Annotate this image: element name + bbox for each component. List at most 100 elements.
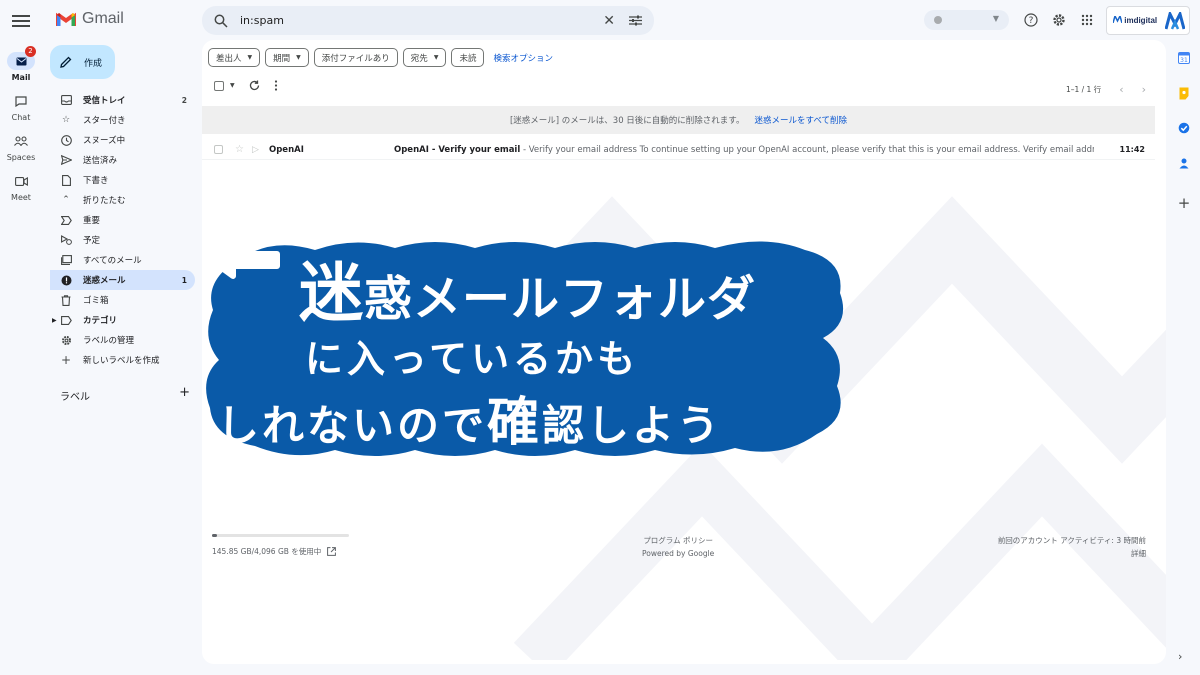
chevron-left-icon[interactable]: ‹ xyxy=(1119,83,1123,96)
nav-inbox-label: 受信トレイ xyxy=(83,96,126,106)
filter-date[interactable]: 期間 ▼ xyxy=(265,48,309,67)
nav-snoozed[interactable]: スヌーズ中 xyxy=(50,130,195,150)
external-link-icon[interactable] xyxy=(327,547,337,556)
nav-spam-label: 迷惑メール xyxy=(83,276,126,286)
pager-range: 1–1 / 1 行 xyxy=(1065,85,1102,94)
nav-categories-label: カテゴリ xyxy=(83,316,118,326)
nav-spam[interactable]: 迷惑メール 1 xyxy=(50,270,195,290)
email-row[interactable]: ☆ ▷ OpenAI OpenAI - Verify your email - … xyxy=(202,140,1155,160)
labels-section-header: ラベル + xyxy=(60,386,190,403)
nav-sent[interactable]: 送信済み xyxy=(50,150,195,170)
select-all-checkbox[interactable] xyxy=(214,80,224,91)
advanced-search-link[interactable]: 検索オプション xyxy=(493,52,553,64)
send-icon xyxy=(60,154,72,166)
add-label-plus-icon[interactable]: + xyxy=(179,386,190,403)
search-input[interactable]: in:spam xyxy=(240,14,603,27)
mail-badge: 2 xyxy=(25,46,36,57)
nav-all-mail[interactable]: すべてのメール xyxy=(50,250,195,270)
keep-icon[interactable] xyxy=(1172,83,1196,103)
compose-label: 作成 xyxy=(84,58,103,69)
contacts-icon[interactable] xyxy=(1172,153,1196,173)
calendar-icon[interactable]: 31 xyxy=(1172,48,1196,68)
last-activity-text: 前回のアカウント アクティビティ: 3 時間前 xyxy=(997,536,1146,545)
storage-meter-fill xyxy=(212,534,217,537)
rail-meet[interactable]: Meet xyxy=(0,172,42,202)
more-vert-icon[interactable] xyxy=(274,80,278,91)
nav-manage-labels-label: ラベルの管理 xyxy=(83,336,135,346)
star-icon[interactable]: ☆ xyxy=(235,144,244,155)
brand-logo-icon xyxy=(1112,13,1123,24)
nav-create-label[interactable]: + 新しいラベルを作成 xyxy=(50,350,195,370)
filter-to[interactable]: 宛先 ▼ xyxy=(402,48,447,67)
search-options-icon[interactable] xyxy=(629,15,642,26)
delete-all-spam-link[interactable]: 迷惑メールをすべて削除 xyxy=(754,114,847,126)
tasks-icon[interactable] xyxy=(1172,118,1196,138)
nav-scheduled[interactable]: 予定 xyxy=(50,230,195,250)
rail-mail[interactable]: 2 Mail xyxy=(0,46,42,82)
nav-snoozed-label: スヌーズ中 xyxy=(83,136,126,146)
account-activity: 前回のアカウント アクティビティ: 3 時間前 詳細 xyxy=(998,534,1146,560)
banner-line-3a: しれないので xyxy=(217,401,488,450)
search-filter-chips: 差出人 ▼ 期間 ▼ 添付ファイルあり 宛先 ▼ 未読 検索オプション xyxy=(208,48,553,67)
banner-line-3-emphasis: 確 xyxy=(487,393,543,453)
row-checkbox[interactable] xyxy=(214,145,223,154)
activity-details-link[interactable]: 詳細 xyxy=(998,547,1146,560)
left-arrow-icon xyxy=(208,241,280,279)
email-snippet: - Verify your email address To continue … xyxy=(520,144,1094,155)
chevron-right-icon[interactable]: › xyxy=(1178,650,1182,663)
important-icon xyxy=(60,214,72,226)
apps-grid-icon[interactable] xyxy=(1078,11,1096,29)
chevron-right-icon[interactable]: › xyxy=(1142,83,1146,96)
rail-chat[interactable]: Chat xyxy=(0,92,42,122)
search-icon[interactable] xyxy=(214,14,228,28)
chevron-down-icon: ▼ xyxy=(433,54,439,61)
filter-attachment[interactable]: 添付ファイルあり xyxy=(313,48,398,67)
expand-arrow-icon[interactable]: ▶ xyxy=(52,317,57,324)
nav-drafts[interactable]: 下書き xyxy=(50,170,195,190)
spam-icon xyxy=(60,274,72,286)
brand-logo-text: imdigital xyxy=(1112,13,1157,25)
status-selector[interactable]: ▼ xyxy=(924,10,1009,30)
nav-inbox[interactable]: 受信トレイ 2 xyxy=(50,90,195,110)
chevron-down-icon[interactable]: ▼ xyxy=(230,82,235,89)
program-policy-link[interactable]: プログラム ポリシー xyxy=(642,534,714,547)
account-avatar[interactable] xyxy=(1165,11,1185,30)
pencil-icon xyxy=(60,56,72,68)
email-content: OpenAI - Verify your email - Verify your… xyxy=(394,145,1094,155)
refresh-icon[interactable] xyxy=(249,80,260,91)
filter-unread-label: 未読 xyxy=(459,53,477,64)
gmail-logo[interactable]: Gmail xyxy=(56,10,124,28)
nav-drafts-label: 下書き xyxy=(83,176,109,186)
filter-from[interactable]: 差出人 ▼ xyxy=(208,48,261,67)
nav-important[interactable]: 重要 xyxy=(50,210,195,230)
nav-categories[interactable]: ▶ カテゴリ xyxy=(50,310,195,330)
nav-scheduled-label: 予定 xyxy=(83,236,101,246)
clear-search-icon[interactable]: ✕ xyxy=(603,13,615,29)
nav-all-mail-label: すべてのメール xyxy=(83,256,142,266)
filter-unread[interactable]: 未読 xyxy=(451,48,485,67)
gear-icon[interactable] xyxy=(1050,11,1068,29)
spam-notice-text: [迷惑メール] のメールは、30 日後に自動的に削除されます。 xyxy=(509,116,745,126)
get-addons-plus-icon[interactable]: + xyxy=(1172,193,1196,213)
account-brand[interactable]: imdigital xyxy=(1106,6,1190,35)
main-menu-icon[interactable] xyxy=(12,12,30,28)
important-marker-icon[interactable]: ▷ xyxy=(252,145,259,155)
powered-by-text: Powered by Google xyxy=(642,549,715,558)
gear-icon xyxy=(60,334,72,346)
nav-starred[interactable]: ☆ スター付き xyxy=(50,110,195,130)
search-bar[interactable]: in:spam ✕ xyxy=(202,6,654,35)
rail-spaces[interactable]: Spaces xyxy=(0,132,42,162)
trash-icon xyxy=(60,294,72,306)
select-all[interactable]: ▼ xyxy=(214,80,235,91)
email-subject: OpenAI - Verify your email xyxy=(394,144,521,155)
nav-collapse[interactable]: ⌃ 折りたたむ xyxy=(50,190,195,210)
nav-trash[interactable]: ゴミ箱 xyxy=(50,290,195,310)
side-panel: 31 + xyxy=(1172,48,1196,228)
chat-icon xyxy=(7,92,35,110)
nav-manage-labels[interactable]: ラベルの管理 xyxy=(50,330,195,350)
plus-icon: + xyxy=(60,353,72,367)
help-icon[interactable]: ? xyxy=(1022,11,1040,29)
labels-heading: ラベル xyxy=(60,392,90,403)
compose-button[interactable]: 作成 xyxy=(50,45,115,79)
storage-meter xyxy=(212,534,349,537)
